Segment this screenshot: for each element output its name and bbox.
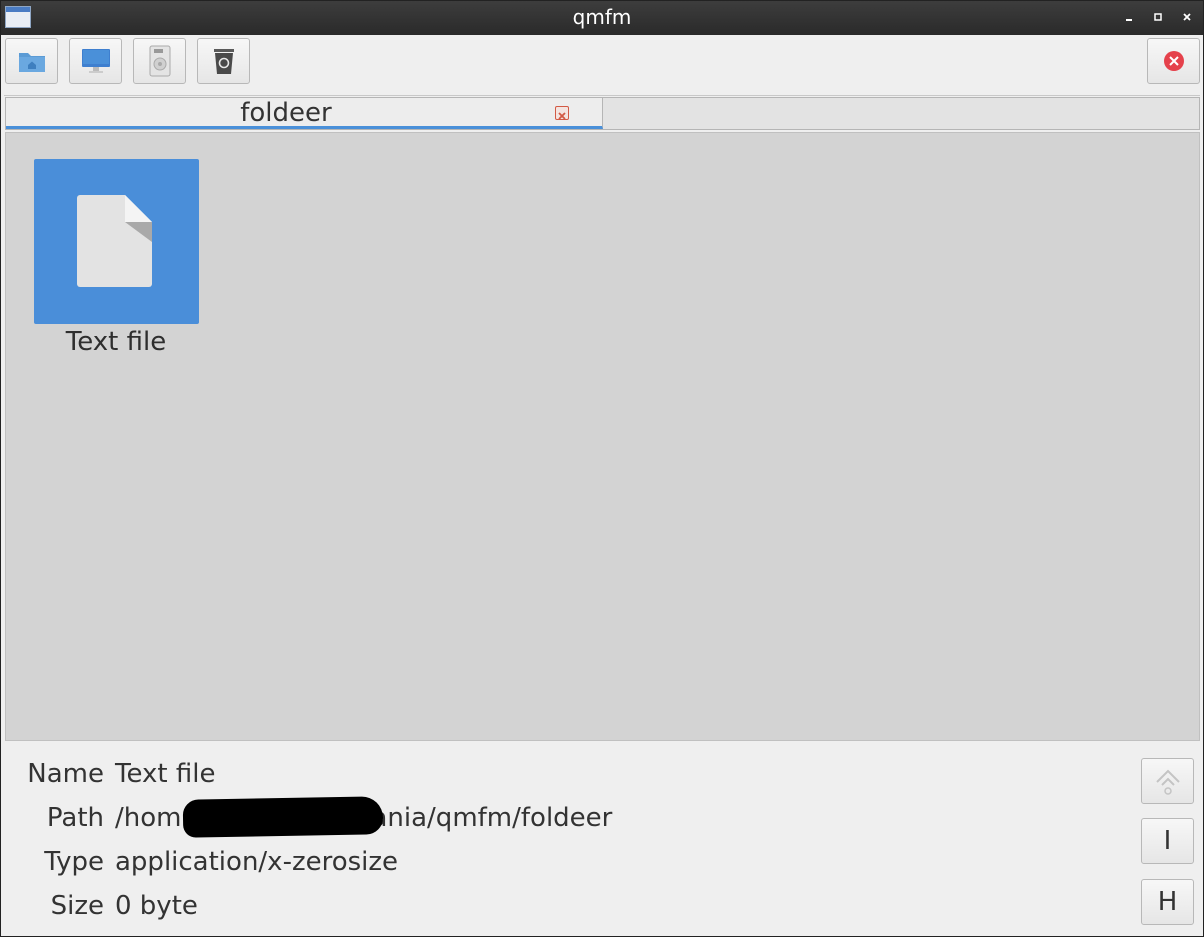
file-name: Text file: [65, 327, 167, 357]
path-label: Path: [46, 803, 104, 833]
home-button[interactable]: [5, 38, 58, 84]
path-value-start: /hom: [115, 803, 182, 833]
maximize-icon: [1154, 13, 1162, 21]
minimize-button[interactable]: [1122, 10, 1136, 24]
size-value: 0 byte: [115, 891, 198, 921]
close-tab-toolbar-button[interactable]: [1147, 38, 1200, 84]
info-row-size: Size 0 byte: [5, 891, 198, 921]
close-icon: [1163, 51, 1184, 71]
tab-label: foldeer: [240, 98, 332, 128]
minimize-icon: [1126, 19, 1132, 21]
up-arrow-icon: [1155, 769, 1180, 795]
name-label: Name: [27, 759, 104, 789]
file-thumbnail[interactable]: [34, 159, 199, 324]
close-window-button[interactable]: [1180, 10, 1194, 24]
toolbar-divider: [4, 95, 1200, 96]
tab-foldeer[interactable]: foldeer: [6, 98, 603, 129]
up-button[interactable]: [1141, 758, 1194, 804]
type-label: Type: [44, 847, 104, 877]
path-value-end: ania/qmfm/foldeer: [371, 803, 613, 833]
computer-button[interactable]: [69, 38, 122, 84]
info-row-name: Name Text file: [5, 759, 215, 789]
close-icon: [1183, 13, 1191, 21]
trash-icon: [213, 49, 234, 74]
maximize-button[interactable]: [1151, 10, 1165, 24]
info-row-type: Type application/x-zerosize: [5, 847, 398, 877]
info-button[interactable]: I: [1141, 818, 1194, 864]
text-file-icon: [77, 195, 152, 287]
computer-icon: [81, 49, 110, 73]
tab-bar: foldeer: [5, 97, 1200, 130]
hidden-files-button[interactable]: H: [1141, 879, 1194, 925]
title-bar: qmfm: [1, 1, 1203, 35]
info-panel: Name Text file Path/hom ania/qmfm/foldeer …: [5, 742, 1200, 932]
drive-icon: [149, 45, 170, 77]
type-value: application/x-zerosize: [115, 847, 399, 877]
drive-button[interactable]: [133, 38, 186, 84]
size-label: Size: [50, 891, 104, 921]
app-window: qmfm foldeer Text file Name Text file Pa…: [0, 0, 1204, 937]
file-view[interactable]: Text file: [5, 132, 1200, 741]
tab-close-button[interactable]: [555, 106, 569, 120]
trash-button[interactable]: [197, 38, 250, 84]
toolbar: [1, 35, 1203, 95]
name-value: Text file: [115, 759, 216, 789]
window-title: qmfm: [572, 5, 632, 29]
close-icon: [558, 112, 566, 120]
redaction-mark: [182, 796, 384, 838]
home-folder-icon: [18, 53, 45, 72]
